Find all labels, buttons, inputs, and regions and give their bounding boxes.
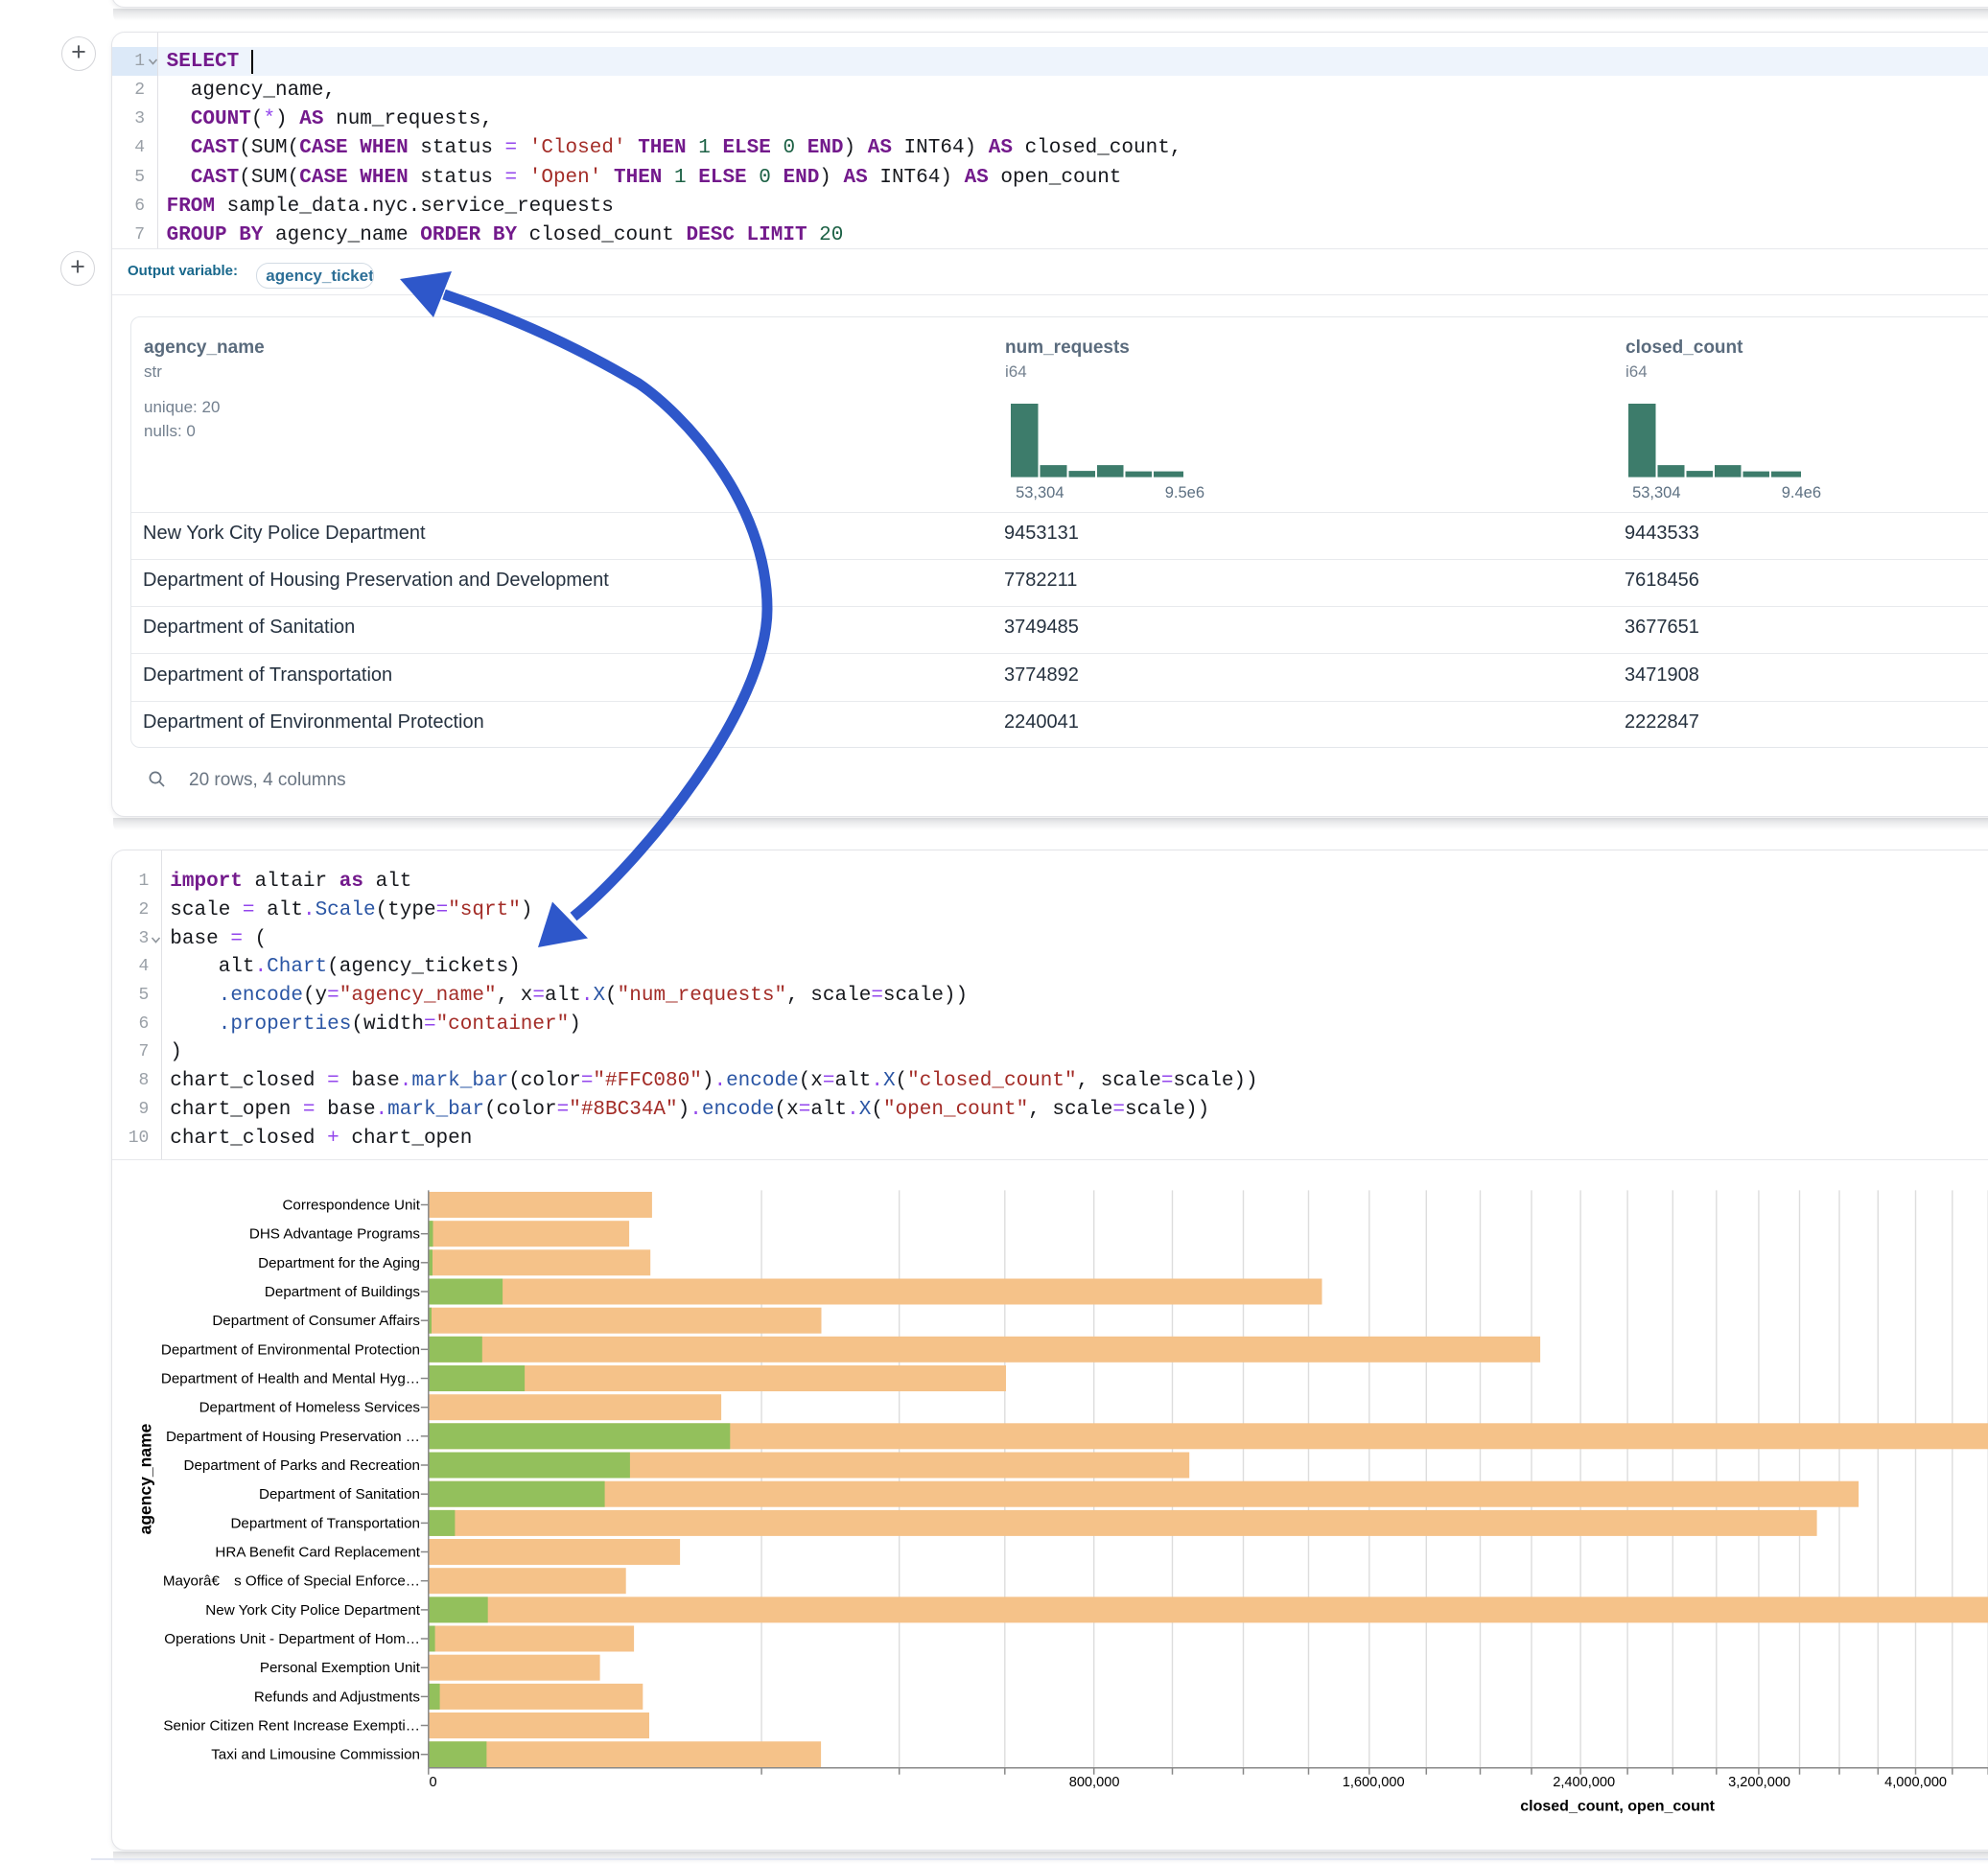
svg-text:Senior Citizen Rent Increase E: Senior Citizen Rent Increase Exempti… [163, 1718, 420, 1735]
svg-text:Department of Health and Menta: Department of Health and Mental Hyg… [161, 1371, 420, 1387]
svg-text:Department of Housing Preserva: Department of Housing Preservation … [166, 1429, 420, 1445]
svg-text:Department of Sanitation: Department of Sanitation [259, 1486, 420, 1503]
svg-text:Correspondence Unit: Correspondence Unit [282, 1198, 420, 1214]
svg-text:0: 0 [429, 1775, 436, 1790]
svg-text:Department of Environmental Pr: Department of Environmental Protection [161, 1342, 420, 1359]
svg-text:agency_name: agency_name [136, 1424, 155, 1535]
svg-text:Taxi and Limousine Commission: Taxi and Limousine Commission [211, 1747, 420, 1763]
svg-text:HRA Benefit Card Replacement: HRA Benefit Card Replacement [215, 1545, 420, 1561]
svg-text:DHS Advantage Programs: DHS Advantage Programs [249, 1226, 421, 1243]
svg-text:Personal Exemption Unit: Personal Exemption Unit [260, 1660, 421, 1676]
svg-text:800,000: 800,000 [1069, 1775, 1120, 1790]
svg-text:closed_count, open_count: closed_count, open_count [1520, 1799, 1715, 1815]
svg-text:Department of Homeless Service: Department of Homeless Services [199, 1400, 421, 1416]
svg-text:3,200,000: 3,200,000 [1728, 1775, 1790, 1790]
svg-text:Department of Transportation: Department of Transportation [230, 1516, 420, 1532]
svg-text:Department of Buildings: Department of Buildings [265, 1284, 420, 1300]
svg-text:Department of Consumer Affairs: Department of Consumer Affairs [212, 1313, 420, 1329]
svg-text:2,400,000: 2,400,000 [1553, 1775, 1615, 1790]
svg-text:Department of Parks and Recrea: Department of Parks and Recreation [183, 1457, 420, 1474]
svg-text:1,600,000: 1,600,000 [1343, 1775, 1405, 1790]
svg-text:Department for the Aging: Department for the Aging [258, 1255, 420, 1271]
svg-text:Refunds and Adjustments: Refunds and Adjustments [254, 1689, 420, 1706]
svg-text:4,000,000: 4,000,000 [1884, 1775, 1947, 1790]
svg-text:Mayorâ€ s Office of Special En: Mayorâ€ s Office of Special Enforce… [163, 1573, 420, 1590]
svg-text:New York City Police Departmen: New York City Police Department [205, 1602, 420, 1619]
svg-text:Operations Unit - Department o: Operations Unit - Department of Hom… [164, 1631, 420, 1647]
